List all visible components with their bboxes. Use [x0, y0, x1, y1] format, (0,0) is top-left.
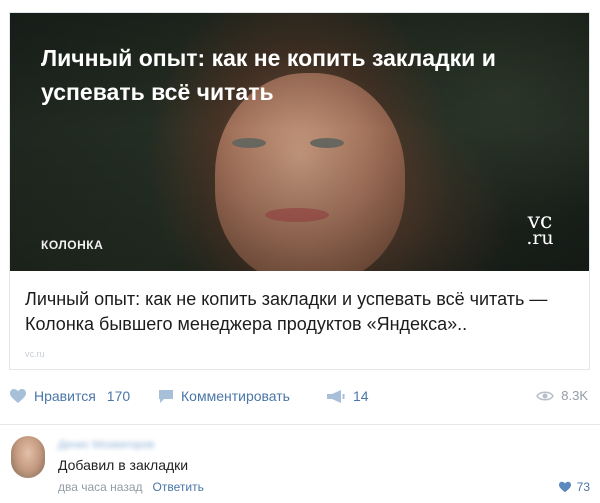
cover-tag: КОЛОНКА: [41, 238, 104, 252]
comment-meta: два часа назад Ответить: [58, 480, 204, 494]
comment-button[interactable]: Комментировать: [158, 388, 290, 404]
cover-title: Личный опыт: как не копить закладки и ус…: [41, 45, 496, 105]
avatar[interactable]: [11, 436, 45, 478]
megaphone-icon: [327, 389, 345, 403]
comment-like-count: 73: [576, 480, 590, 494]
link-source[interactable]: vc.ru: [25, 349, 45, 359]
views-count: 8.3K: [561, 388, 588, 403]
post-actions-bar: Нравится 170 Комментировать 14 8.3K: [0, 378, 600, 418]
link-preview-card[interactable]: Личный опыт: как не копить закладки и ус…: [9, 12, 590, 370]
share-button[interactable]: 14: [326, 388, 369, 404]
share-count: 14: [353, 388, 369, 404]
comment-author[interactable]: Денис Мозжегоров: [58, 439, 154, 451]
like-button[interactable]: Нравится 170: [9, 388, 130, 404]
article-cover-image[interactable]: Личный опыт: как не копить закладки и ус…: [10, 13, 589, 271]
link-title[interactable]: Личный опыт: как не копить закладки и ус…: [25, 287, 580, 337]
heart-icon: [10, 389, 26, 403]
views-counter: 8.3K: [536, 388, 588, 403]
logo-bottom-text: .ru: [526, 227, 554, 249]
eye-icon: [536, 391, 555, 400]
comment-like-button[interactable]: 73: [558, 480, 590, 494]
comment-time[interactable]: два часа назад: [58, 480, 143, 494]
like-label: Нравится: [34, 388, 96, 404]
comment-label: Комментировать: [181, 388, 290, 404]
heart-icon: [558, 481, 571, 493]
comment-bubble-icon: [159, 389, 173, 403]
comment-item: Денис Мозжегоров Добавил в закладки два …: [0, 425, 600, 503]
vc-ru-logo: vc .ru: [519, 211, 561, 249]
reply-button[interactable]: Ответить: [153, 480, 204, 494]
like-count: 170: [106, 388, 131, 404]
comment-text: Добавил в закладки: [58, 457, 189, 473]
